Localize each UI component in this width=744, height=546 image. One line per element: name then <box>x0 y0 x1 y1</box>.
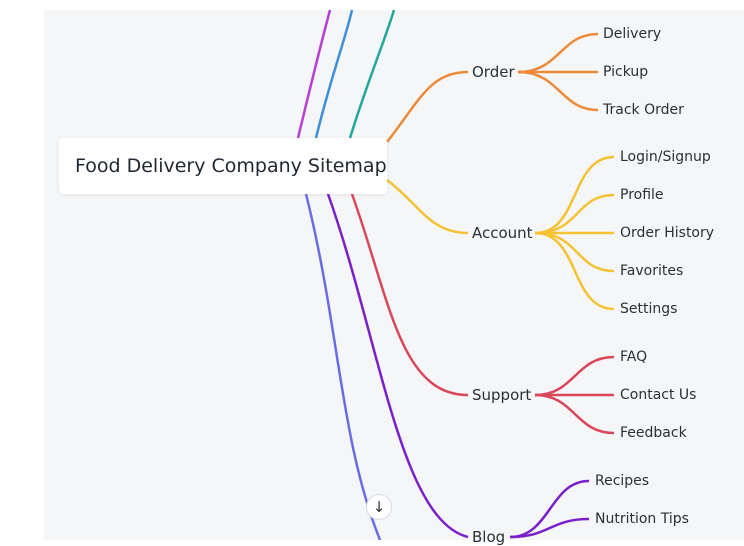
node-contact-us[interactable]: Contact Us <box>620 386 696 404</box>
root-node[interactable]: Food Delivery Company Sitemap <box>59 138 387 194</box>
connector-account-child <box>534 231 615 273</box>
connector-offscreen-purple <box>296 9 332 139</box>
branch-support[interactable]: Support <box>472 386 531 404</box>
scroll-down-button[interactable]: ↓ <box>366 494 392 520</box>
branch-order[interactable]: Order <box>472 63 515 81</box>
connector-support-child <box>534 355 615 397</box>
connector-root-support <box>350 193 469 397</box>
connector-order-child <box>517 70 599 112</box>
connector-account-child <box>534 155 615 235</box>
connector-offscreen-teal <box>348 9 396 139</box>
connector-account-child <box>534 193 615 235</box>
branch-account[interactable]: Account <box>472 224 533 242</box>
connector-offscreen-blue <box>314 9 354 139</box>
node-settings[interactable]: Settings <box>620 300 677 318</box>
node-profile[interactable]: Profile <box>620 186 664 204</box>
node-recipes[interactable]: Recipes <box>595 472 649 490</box>
node-nutrition-tips[interactable]: Nutrition Tips <box>595 510 689 528</box>
arrow-down-icon: ↓ <box>372 498 386 516</box>
connector-root-order <box>386 70 469 143</box>
node-order-history[interactable]: Order History <box>620 224 714 242</box>
connector-support-child <box>534 393 615 435</box>
node-feedback[interactable]: Feedback <box>620 424 687 442</box>
node-faq[interactable]: FAQ <box>620 348 647 366</box>
connector-root-blog <box>326 193 469 539</box>
node-login-signup[interactable]: Login/Signup <box>620 148 711 166</box>
connector-order-child <box>517 32 599 74</box>
connector-root-account <box>386 179 469 235</box>
root-node-label: Food Delivery Company Sitemap <box>75 155 387 177</box>
branch-blog[interactable]: Blog <box>472 528 505 546</box>
node-track-order[interactable]: Track Order <box>603 101 684 119</box>
node-delivery[interactable]: Delivery <box>603 25 661 43</box>
connector-account-child <box>534 231 615 311</box>
node-pickup[interactable]: Pickup <box>603 63 648 81</box>
node-favorites[interactable]: Favorites <box>620 262 683 280</box>
